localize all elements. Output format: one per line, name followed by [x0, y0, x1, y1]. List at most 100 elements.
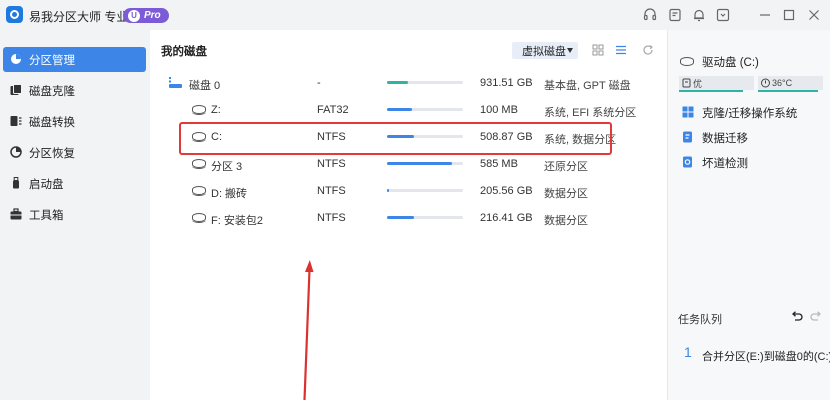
sidebar-item-label: 磁盘转换	[29, 116, 75, 129]
feedback-icon[interactable]	[667, 7, 683, 23]
title-bar: 易我分区大师 专业版 U Pro	[0, 0, 830, 30]
task-queue-title: 任务队列	[678, 314, 722, 326]
partition-icon	[191, 213, 206, 223]
partition-usage-fill	[387, 216, 415, 219]
partition-row[interactable]: Z: FAT32 100 MB 系统, EFI 系统分区	[151, 97, 666, 123]
partition-desc: 系统, EFI 系统分区	[544, 107, 637, 119]
partition-usage-bar	[387, 108, 463, 111]
sidebar: 分区管理 磁盘克隆 磁盘转换 分区恢复 启动盘 工具箱	[0, 30, 150, 400]
sidebar-item-disk-clone[interactable]: 磁盘克隆	[3, 78, 146, 103]
disk-usage-fill	[387, 81, 408, 84]
sidebar-item-disk-convert[interactable]: 磁盘转换	[3, 109, 146, 134]
temperature-indicator	[758, 90, 818, 92]
pro-badge-label: Pro	[144, 10, 161, 21]
partition-size: 205.56 GB	[480, 185, 533, 197]
sidebar-item-partition-manager[interactable]: 分区管理	[3, 47, 146, 72]
partition-size: 100 MB	[480, 104, 518, 116]
disk-name: 磁盘 0	[189, 80, 221, 92]
sidebar-item-label: 磁盘克隆	[29, 85, 75, 98]
sidebar-item-label: 分区恢复	[29, 147, 75, 160]
view-select-dropdown[interactable]: 虚拟磁盘	[512, 42, 578, 59]
partition-usage-fill	[387, 108, 413, 111]
pro-badge[interactable]: U Pro	[123, 8, 169, 23]
disk-size: 931.51 GB	[480, 77, 533, 89]
bad-sector-check-action[interactable]: 坏道检测	[682, 155, 748, 171]
undo-icon[interactable]	[790, 310, 803, 323]
drive-icon	[680, 57, 694, 66]
partition-desc: 还原分区	[544, 161, 588, 173]
drive-label: 驱动盘 (C:)	[702, 57, 759, 69]
maximize-icon[interactable]	[781, 7, 797, 23]
pie-icon	[11, 54, 21, 64]
partition-name: F: 安装包2	[211, 215, 263, 227]
disk-fs: -	[317, 77, 321, 89]
right-panel: 驱动盘 (C:) 优 36°C 克隆/迁移操作系统 数据迁移 坏道检测 任务队列…	[667, 30, 830, 400]
partition-fs: NTFS	[317, 185, 346, 197]
minimize-icon[interactable]	[757, 7, 773, 23]
bad-sector-icon	[683, 156, 692, 168]
sidebar-item-label: 工具箱	[29, 209, 64, 222]
thermometer-icon	[761, 78, 770, 88]
partition-usage-fill	[387, 189, 389, 192]
sidebar-item-label: 启动盘	[29, 178, 64, 191]
partition-icon	[191, 159, 206, 169]
bell-icon[interactable]	[691, 7, 707, 23]
partition-fs: NTFS	[317, 158, 346, 170]
main-panel: 我的磁盘 虚拟磁盘 磁盘 0 - 931.51 GB 基本盘, GPT 磁盘 Z…	[151, 30, 666, 400]
disk-convert-icon	[10, 116, 22, 126]
health-value: 优	[693, 78, 703, 89]
health-indicator	[679, 90, 743, 92]
temperature-value: 36°C	[772, 78, 793, 88]
health-metric: 优	[679, 76, 754, 92]
usb-icon	[13, 177, 19, 189]
partition-row[interactable]: F: 安装包2 NTFS 216.41 GB 数据分区	[151, 205, 666, 231]
partition-desc: 数据分区	[544, 215, 588, 227]
partition-fs: FAT32	[317, 104, 349, 116]
partition-name: Z:	[211, 104, 221, 116]
task-item[interactable]: 合并分区(E:)到磁盘0的(C:)	[702, 348, 830, 364]
disk-clone-icon	[10, 84, 22, 95]
caret-down-icon	[567, 48, 573, 53]
disk-desc: 基本盘, GPT 磁盘	[544, 80, 631, 92]
partition-usage-bar	[387, 189, 463, 192]
partition-size: 585 MB	[480, 158, 518, 170]
close-icon[interactable]	[806, 7, 822, 23]
sidebar-item-boot-disk[interactable]: 启动盘	[3, 171, 146, 196]
highlight-annotation-box	[179, 122, 612, 155]
task-number: 1	[684, 344, 692, 360]
disk-usage-bar	[387, 81, 463, 84]
app-logo-icon	[6, 6, 23, 23]
temperature-metric: 36°C	[758, 76, 823, 92]
sidebar-item-label: 分区管理	[29, 54, 75, 67]
partition-icon	[191, 186, 206, 196]
clone-os-action[interactable]: 克隆/迁移操作系统	[682, 105, 797, 121]
headset-icon[interactable]	[642, 7, 658, 23]
recovery-icon	[10, 146, 22, 158]
partition-usage-bar	[387, 216, 463, 219]
drive-health-icon	[682, 78, 691, 88]
partition-usage-fill	[387, 162, 453, 165]
partition-fs: NTFS	[317, 212, 346, 224]
disk-row[interactable]: 磁盘 0 - 931.51 GB 基本盘, GPT 磁盘	[151, 70, 666, 96]
data-migrate-icon	[683, 131, 692, 143]
list-view-icon[interactable]	[614, 43, 628, 57]
partition-name: D: 搬砖	[211, 188, 248, 200]
sidebar-item-toolbox[interactable]: 工具箱	[3, 202, 146, 227]
action-label: 数据迁移	[702, 133, 748, 145]
sidebar-item-partition-recovery[interactable]: 分区恢复	[3, 140, 146, 165]
partition-row[interactable]: D: 搬砖 NTFS 205.56 GB 数据分区	[151, 178, 666, 204]
partition-icon	[191, 105, 206, 115]
partition-desc: 数据分区	[544, 188, 588, 200]
menu-box-icon[interactable]	[715, 7, 731, 23]
windows-icon	[682, 106, 694, 118]
partition-usage-bar	[387, 162, 463, 165]
action-label: 坏道检测	[702, 158, 748, 170]
view-select-value: 虚拟磁盘	[522, 45, 566, 58]
pro-badge-letter: U	[128, 9, 140, 22]
redo-icon[interactable]	[810, 310, 823, 323]
refresh-icon[interactable]	[641, 43, 655, 57]
disk-icon	[169, 77, 182, 88]
grid-view-icon[interactable]	[591, 43, 605, 57]
data-migrate-action[interactable]: 数据迁移	[682, 130, 748, 146]
partition-name: 分区 3	[211, 161, 243, 173]
